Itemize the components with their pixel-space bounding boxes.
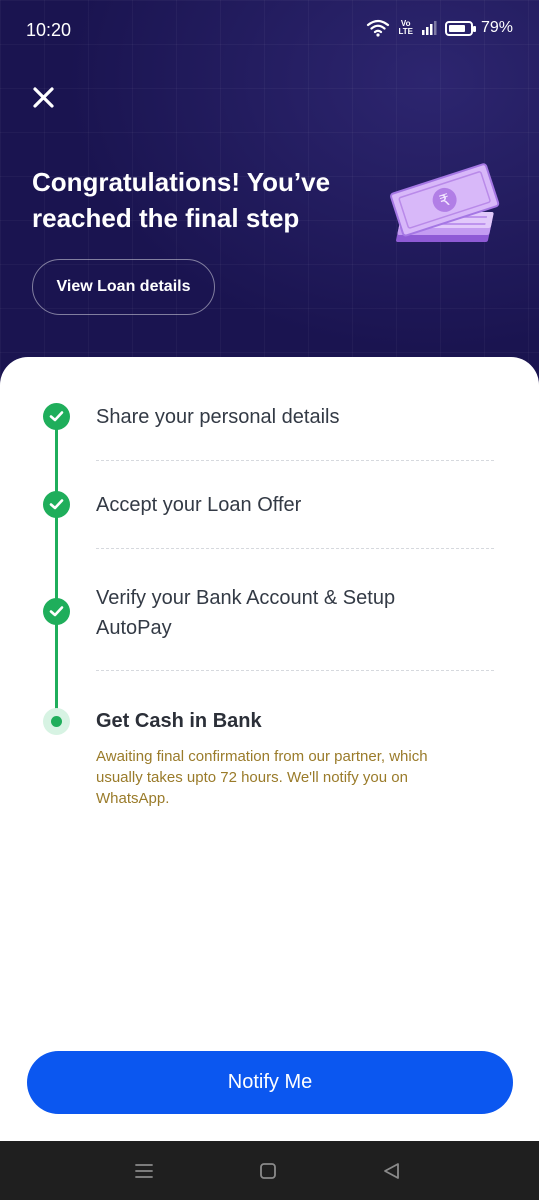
signal-icon xyxy=(421,21,437,35)
battery-icon xyxy=(444,20,476,36)
page-title: Congratulations! You’ve reached the fina… xyxy=(32,167,331,233)
menu-icon xyxy=(135,1164,153,1178)
divider xyxy=(96,548,494,549)
step-personal-details: Share your personal details xyxy=(96,406,340,428)
divider xyxy=(96,670,494,671)
divider xyxy=(96,460,494,461)
home-square-icon xyxy=(260,1163,276,1179)
back-button[interactable] xyxy=(381,1161,403,1181)
check-icon xyxy=(43,403,70,430)
step-get-cash-in-bank: Get Cash in Bank xyxy=(96,710,262,732)
status-bar: 10:20 Vo LTE 79% xyxy=(0,0,539,62)
battery-fill xyxy=(448,24,465,32)
back-triangle-icon xyxy=(384,1163,399,1179)
recents-button[interactable] xyxy=(133,1161,155,1181)
system-nav-bar xyxy=(0,1141,539,1200)
status-icons: Vo LTE 79% xyxy=(366,19,513,37)
wifi-icon xyxy=(367,19,390,37)
status-time: 10:20 xyxy=(26,20,72,40)
volte-icon: Vo LTE xyxy=(398,19,413,36)
notify-me-button[interactable]: Notify Me xyxy=(27,1051,513,1114)
close-icon xyxy=(33,87,54,108)
check-icon xyxy=(43,491,70,518)
view-loan-details-button[interactable]: View Loan details xyxy=(32,259,215,315)
step-accept-loan-offer: Accept your Loan Offer xyxy=(96,494,302,516)
home-button[interactable] xyxy=(257,1161,279,1181)
step-verify-bank-autopay: Verify your Bank Account & Setup AutoPay xyxy=(96,587,396,639)
step-status-note: Awaiting final confirmation from our par… xyxy=(96,748,428,807)
current-step-indicator-icon xyxy=(43,708,70,735)
close-button[interactable] xyxy=(30,84,58,112)
battery-percent: 79% xyxy=(480,19,513,36)
rupee-cash-stack-icon: ₹ xyxy=(390,163,500,242)
check-icon xyxy=(43,598,70,625)
timeline-line xyxy=(55,417,58,723)
